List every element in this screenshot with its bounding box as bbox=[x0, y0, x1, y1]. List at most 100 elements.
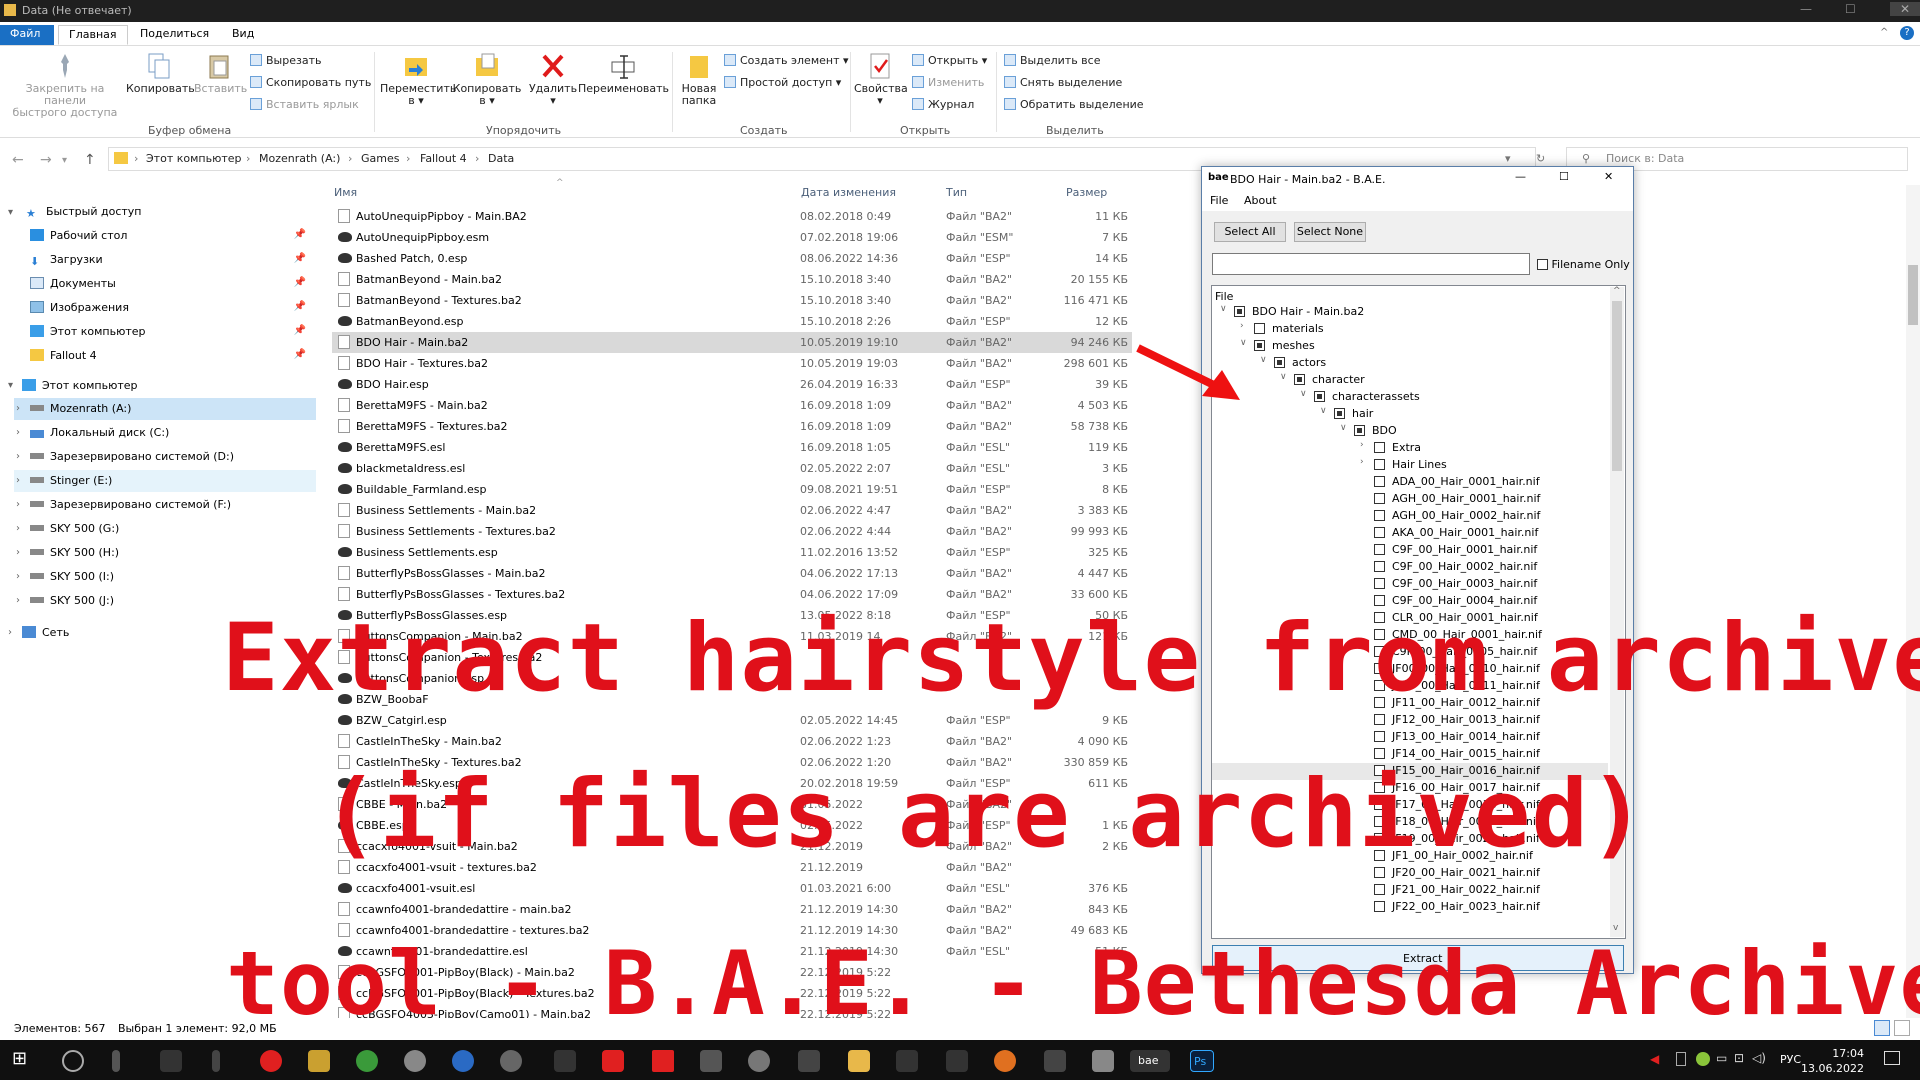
paste-shortcut-button[interactable]: Вставить ярлык bbox=[250, 98, 359, 111]
nav-downloads[interactable]: ⬇ Загрузки 📌 bbox=[30, 249, 316, 271]
tray-volume-icon[interactable]: ◁) bbox=[1752, 1051, 1766, 1065]
photoshop-icon[interactable]: Ps bbox=[1190, 1050, 1214, 1072]
bae-menu-file[interactable]: File bbox=[1210, 194, 1228, 207]
breadcrumb-fallout4[interactable]: Fallout 4 bbox=[420, 152, 467, 165]
app-game-icon[interactable] bbox=[554, 1050, 576, 1072]
nav-drive-d[interactable]: › Зарезервировано системой (D:) bbox=[14, 446, 316, 468]
tree-checkbox[interactable] bbox=[1374, 510, 1385, 521]
yandex-browser-icon[interactable] bbox=[260, 1050, 282, 1072]
rename-button[interactable]: Переименовать bbox=[578, 52, 669, 95]
copy-button[interactable]: Копировать bbox=[126, 52, 195, 95]
table-row[interactable]: BerettaM9FS.esl 16.09.2018 1:05 Файл "ESL"… bbox=[332, 437, 1132, 458]
table-row[interactable]: CastleInTheSky - Main.ba2 02.06.2022 1:23… bbox=[332, 731, 1132, 752]
bae-select-none-button[interactable]: Select None bbox=[1294, 222, 1366, 242]
paste-button[interactable]: Вставить bbox=[194, 52, 247, 95]
forward-arrow-icon[interactable]: → bbox=[40, 152, 52, 168]
tree-checkbox[interactable] bbox=[1374, 578, 1385, 589]
tray-network-icon[interactable]: ⊡ bbox=[1734, 1051, 1744, 1065]
nav-drive-g[interactable]: › SKY 500 (G:) bbox=[14, 518, 316, 540]
app-bottle-icon[interactable] bbox=[212, 1050, 220, 1072]
bae-filter-input[interactable] bbox=[1212, 253, 1530, 275]
table-row[interactable]: ButterflyPsBossGlasses - Main.ba2 04.06.2… bbox=[332, 563, 1132, 584]
refresh-icon[interactable]: ↻ bbox=[1536, 152, 1545, 165]
tree-checkbox[interactable] bbox=[1374, 748, 1385, 759]
bae-select-all-button[interactable]: Select All bbox=[1214, 222, 1286, 242]
app-avatar-icon[interactable] bbox=[748, 1050, 770, 1072]
tree-item[interactable]: AGH_00_Hair_0001_hair.nif bbox=[1212, 491, 1608, 508]
copy-path-button[interactable]: Скопировать путь bbox=[250, 76, 371, 89]
tree-item[interactable]: ∨ meshes bbox=[1212, 338, 1608, 355]
maximize-icon[interactable]: ☐ bbox=[1559, 170, 1569, 183]
notifications-icon[interactable] bbox=[1884, 1051, 1900, 1065]
app-globe-icon[interactable] bbox=[452, 1050, 474, 1072]
chevron-right-icon[interactable]: › bbox=[16, 427, 20, 438]
bae-filename-only[interactable]: Filename Only bbox=[1537, 258, 1630, 271]
tree-checkbox[interactable] bbox=[1374, 527, 1385, 538]
bae-menu-about[interactable]: About bbox=[1244, 194, 1277, 207]
move-to-button[interactable]: Переместить в ▾ bbox=[380, 52, 456, 107]
nav-documents[interactable]: Документы 📌 bbox=[30, 273, 316, 295]
tree-item[interactable]: ∨ BDO Hair - Main.ba2 bbox=[1212, 304, 1608, 321]
chevron-right-icon[interactable]: › bbox=[16, 523, 20, 534]
tab-file[interactable]: Файл bbox=[0, 25, 54, 45]
tray-app-icon[interactable] bbox=[1696, 1052, 1710, 1066]
table-row[interactable]: Business Settlements.esp 11.02.2016 13:52… bbox=[332, 542, 1132, 563]
table-row[interactable]: blackmetaldress.esl 02.05.2022 2:07 Файл "… bbox=[332, 458, 1132, 479]
tree-item[interactable]: › Hair Lines bbox=[1212, 457, 1608, 474]
column-header-date[interactable]: Дата изменения bbox=[801, 186, 896, 199]
tree-item[interactable]: ∨ characterassets bbox=[1212, 389, 1608, 406]
help-icon[interactable]: ? bbox=[1900, 26, 1914, 40]
recent-chevron-icon[interactable]: ▾ bbox=[62, 155, 67, 166]
nav-drive-f[interactable]: › Зарезервировано системой (F:) bbox=[14, 494, 316, 516]
tree-checkbox[interactable] bbox=[1354, 425, 1365, 436]
tree-checkbox[interactable] bbox=[1374, 476, 1385, 487]
taskbar-clock[interactable]: 17:04 13.06.2022 bbox=[1801, 1046, 1864, 1076]
chevron-right-icon[interactable]: › bbox=[16, 571, 20, 582]
tree-checkbox[interactable] bbox=[1294, 374, 1305, 385]
table-row[interactable]: BDO Hair - Textures.ba2 10.05.2019 19:03 Ф… bbox=[332, 353, 1132, 374]
app-arrow-icon[interactable] bbox=[896, 1050, 918, 1072]
column-header-type[interactable]: Тип bbox=[946, 186, 967, 199]
explorer-scrollbar[interactable] bbox=[1906, 185, 1920, 1018]
chevron-right-icon[interactable]: › bbox=[16, 403, 20, 414]
table-row[interactable]: ccawnfo4001-brandedattire - main.ba2 21.1… bbox=[332, 899, 1132, 920]
chevron-down-icon[interactable]: ∨ bbox=[1220, 304, 1227, 314]
nav-this-pc-quick[interactable]: Этот компьютер 📌 bbox=[30, 321, 316, 343]
select-all-button[interactable]: Выделить все bbox=[1004, 54, 1100, 67]
tray-usb-icon[interactable] bbox=[1676, 1052, 1686, 1066]
app-window-icon[interactable] bbox=[1092, 1050, 1114, 1072]
chevron-down-icon[interactable]: ∨ bbox=[1300, 389, 1307, 399]
nav-fallout4[interactable]: Fallout 4 📌 bbox=[30, 345, 316, 367]
nav-drive-c[interactable]: › Локальный диск (C:) bbox=[14, 422, 316, 444]
table-row[interactable]: BDO Hair - Main.ba2 10.05.2019 19:10 Файл … bbox=[332, 332, 1132, 353]
tree-item[interactable]: C9F_00_Hair_0001_hair.nif bbox=[1212, 542, 1608, 559]
checkbox[interactable] bbox=[1537, 259, 1548, 270]
history-button[interactable]: Журнал bbox=[912, 98, 974, 111]
scroll-up-icon[interactable]: ^ bbox=[1613, 286, 1621, 296]
close-icon[interactable]: ✕ bbox=[1890, 2, 1920, 16]
tree-item[interactable]: ∨ hair bbox=[1212, 406, 1608, 423]
tree-checkbox[interactable] bbox=[1314, 391, 1325, 402]
chevron-down-icon[interactable]: ∨ bbox=[1340, 423, 1347, 433]
chevron-down-icon[interactable]: ∨ bbox=[1260, 355, 1267, 365]
tab-view[interactable]: Вид bbox=[222, 25, 264, 45]
chevron-down-icon[interactable]: ∨ bbox=[1280, 372, 1287, 382]
breadcrumb-games[interactable]: Games bbox=[361, 152, 399, 165]
chevron-right-icon[interactable]: › bbox=[16, 451, 20, 462]
chevron-down-icon[interactable]: ▾ bbox=[8, 380, 13, 391]
table-row[interactable]: ccacxfo4001-vsuit.esl 01.03.2021 6:00 Файл… bbox=[332, 878, 1132, 899]
copy-to-button[interactable]: Копировать в ▾ bbox=[452, 52, 522, 107]
app-figure-icon[interactable] bbox=[112, 1050, 120, 1072]
app-mc-icon[interactable] bbox=[160, 1050, 182, 1072]
breadcrumb-this-pc[interactable]: Этот компьютер bbox=[146, 152, 242, 165]
tree-item[interactable]: › materials bbox=[1212, 321, 1608, 338]
up-arrow-icon[interactable]: ↑ bbox=[84, 152, 96, 168]
nav-quick-access[interactable]: ★ Быстрый доступ bbox=[26, 201, 316, 223]
address-dropdown-icon[interactable]: ▾ bbox=[1505, 152, 1511, 165]
chrome-icon[interactable] bbox=[356, 1050, 378, 1072]
chevron-up-icon[interactable]: ^ bbox=[1880, 27, 1888, 38]
bae-column-header[interactable]: File bbox=[1215, 290, 1233, 303]
tree-item[interactable]: JF22_00_Hair_0023_hair.nif bbox=[1212, 899, 1608, 916]
nav-desktop[interactable]: Рабочий стол 📌 bbox=[30, 225, 316, 247]
pin-quick-access-button[interactable]: Закрепить на панели быстрого доступа bbox=[6, 52, 124, 119]
